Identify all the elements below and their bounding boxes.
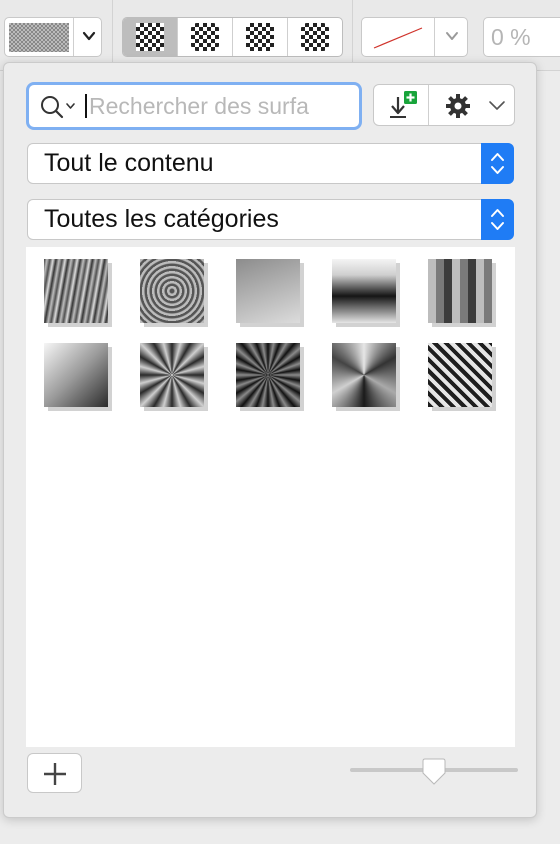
- toolbar-divider: [352, 0, 353, 70]
- chevron-down-icon[interactable]: [488, 97, 506, 113]
- surface-thumb-vertical-stripes[interactable]: [428, 259, 492, 323]
- surface-thumb-conical-sweep[interactable]: [332, 343, 396, 407]
- stepper-icon[interactable]: [481, 143, 514, 184]
- search-input[interactable]: [89, 90, 325, 122]
- category-filter-select[interactable]: Toutes les catégories: [27, 199, 514, 240]
- toolbar-divider: [112, 0, 113, 70]
- surface-mode-1-button[interactable]: [123, 18, 178, 56]
- surface-thumb-diagonal-fade[interactable]: [44, 343, 108, 407]
- opacity-field[interactable]: 0 %: [483, 17, 560, 57]
- plus-icon: [44, 763, 66, 785]
- divider: [428, 85, 429, 125]
- surface-thumb-radial-burst-light[interactable]: [140, 343, 204, 407]
- checker-rounded-icon: [191, 23, 219, 51]
- text-caret: [85, 94, 87, 118]
- chevron-down-icon[interactable]: [81, 28, 97, 44]
- surface-swatch[interactable]: [9, 23, 69, 52]
- chevron-down-icon[interactable]: [444, 28, 460, 44]
- divider: [73, 18, 74, 56]
- surface-thumb-horizontal-band[interactable]: [332, 259, 396, 323]
- surface-mode-control: [122, 17, 343, 57]
- surface-grid: [26, 247, 515, 747]
- gear-icon[interactable]: [445, 93, 471, 119]
- divider: [434, 18, 435, 56]
- content-filter-select[interactable]: Tout le contenu: [27, 143, 514, 184]
- category-filter-value: Toutes les catégories: [44, 205, 279, 233]
- surface-thumb-soft-gradient[interactable]: [236, 259, 300, 323]
- import-icon[interactable]: [388, 91, 418, 119]
- line-style-icon: [373, 27, 423, 49]
- stepper-icon[interactable]: [481, 199, 514, 240]
- surface-thumb-concentric-rings[interactable]: [140, 259, 204, 323]
- checker-pattern-icon: [136, 23, 164, 51]
- content-filter-value: Tout le contenu: [44, 149, 214, 177]
- search-field[interactable]: [26, 82, 362, 130]
- surface-thumb-radial-burst-dark[interactable]: [236, 343, 300, 407]
- toolbar: 0 %: [0, 0, 560, 71]
- surface-mode-3-button[interactable]: [233, 18, 288, 56]
- line-picker[interactable]: [361, 17, 468, 57]
- checker-pattern-icon: [246, 23, 274, 51]
- surface-picker[interactable]: [4, 17, 102, 57]
- add-surface-button[interactable]: [27, 753, 82, 793]
- search-icon[interactable]: [39, 94, 79, 120]
- library-actions: [373, 84, 515, 126]
- surface-library-popover: Tout le contenu Toutes les catégories: [3, 62, 537, 818]
- surface-mode-4-button[interactable]: [288, 18, 342, 56]
- surface-thumb-diagonal-streaks[interactable]: [44, 259, 108, 323]
- thumbnail-size-slider-knob[interactable]: [421, 758, 447, 786]
- surface-thumb-diagonal-hatch[interactable]: [428, 343, 492, 407]
- checker-rounded-icon: [301, 23, 329, 51]
- surface-mode-2-button[interactable]: [178, 18, 233, 56]
